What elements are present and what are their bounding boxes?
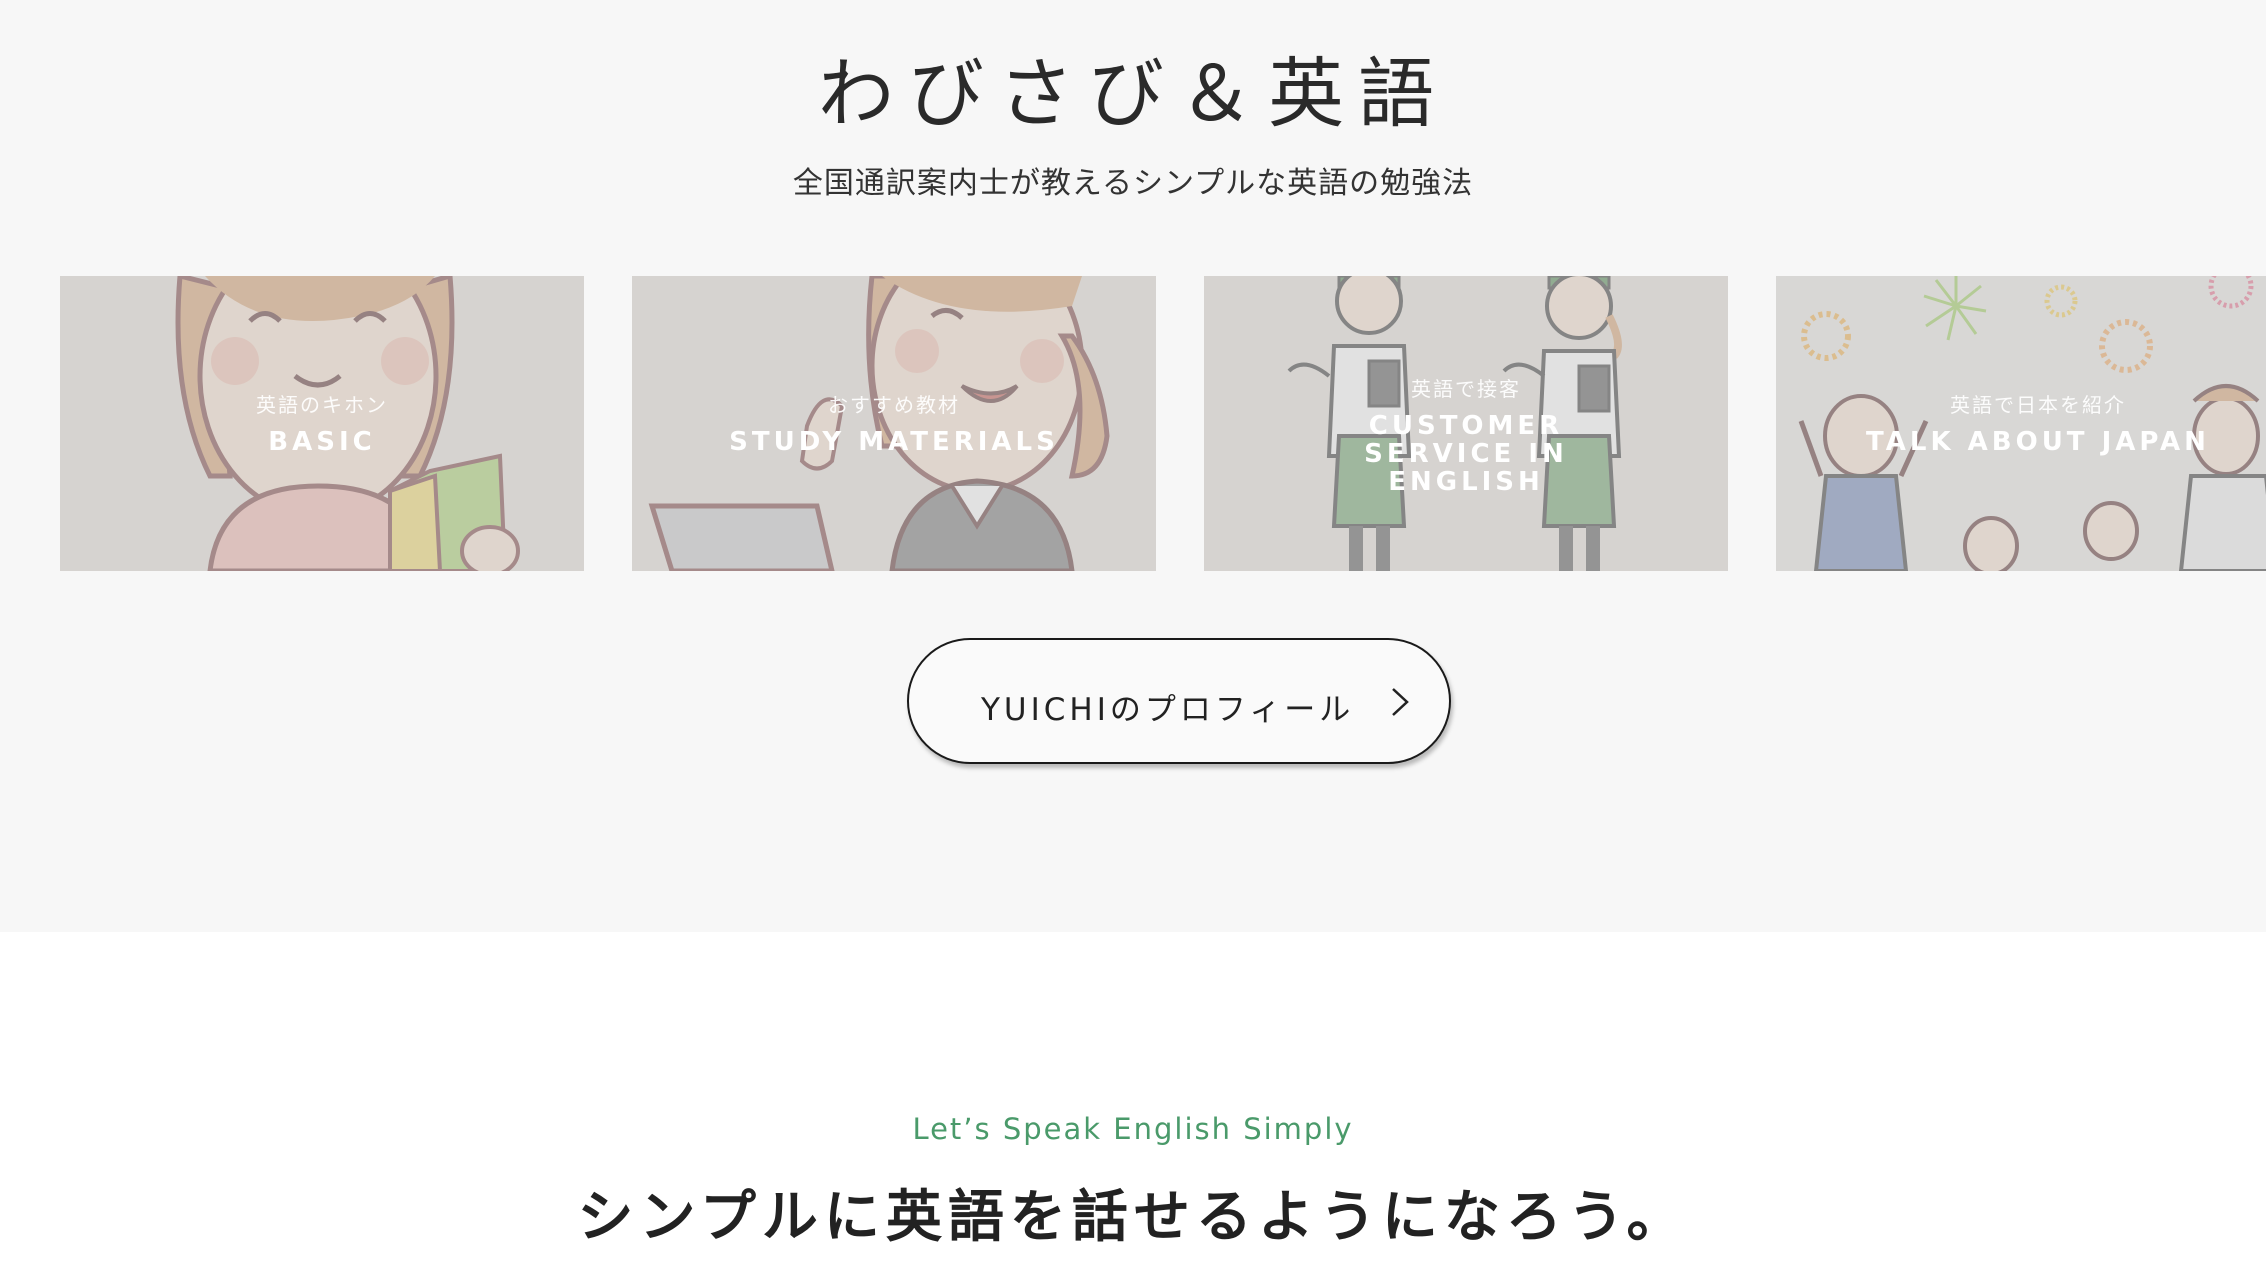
card-talk-about-japan[interactable]: 英語で日本を紹介 TALK ABOUT JAPAN	[1776, 276, 2266, 571]
card-jp-label: おすすめ教材	[828, 393, 960, 417]
card-basic[interactable]: 英語のキホン BASIC	[60, 276, 584, 571]
hero-section: わびさび＆英語 全国通訳案内士が教えるシンプルな英語の勉強法 英語のキホン BA…	[0, 0, 2266, 932]
card-en-label: TALK ABOUT JAPAN	[1866, 427, 2210, 457]
card-jp-label: 英語のキホン	[256, 393, 388, 417]
card-caption: 英語で接客 CUSTOMER SERVICE IN ENGLISH	[1204, 373, 1728, 496]
card-en-label: STUDY MATERIALS	[729, 427, 1059, 457]
site-subtitle: 全国通訳案内士が教えるシンプルな英語の勉強法	[792, 166, 1474, 201]
section-lead: Let’s Speak English Simply	[912, 1112, 1354, 1146]
site-title[interactable]: わびさび＆英語	[0, 32, 2266, 142]
section-heading: シンプルに英語を話せるようになろう。	[577, 1185, 1689, 1250]
card-caption: 英語のキホン BASIC	[60, 389, 584, 456]
card-caption: おすすめ教材 STUDY MATERIALS	[632, 389, 1156, 456]
card-caption: 英語で日本を紹介 TALK ABOUT JAPAN	[1776, 389, 2266, 456]
card-customer-service[interactable]: 英語で接客 CUSTOMER SERVICE IN ENGLISH	[1204, 276, 1728, 571]
profile-button-label: YUICHIのプロフィール	[981, 692, 1355, 728]
card-study-materials[interactable]: おすすめ教材 STUDY MATERIALS	[632, 276, 1156, 571]
profile-button[interactable]: YUICHIのプロフィール	[907, 638, 1451, 764]
card-en-label: CUSTOMER SERVICE IN ENGLISH	[1364, 411, 1568, 497]
card-jp-label: 英語で接客	[1411, 377, 1521, 401]
chevron-right-icon	[1392, 688, 1409, 716]
card-en-label: BASIC	[268, 427, 376, 457]
card-jp-label: 英語で日本を紹介	[1950, 393, 2126, 417]
